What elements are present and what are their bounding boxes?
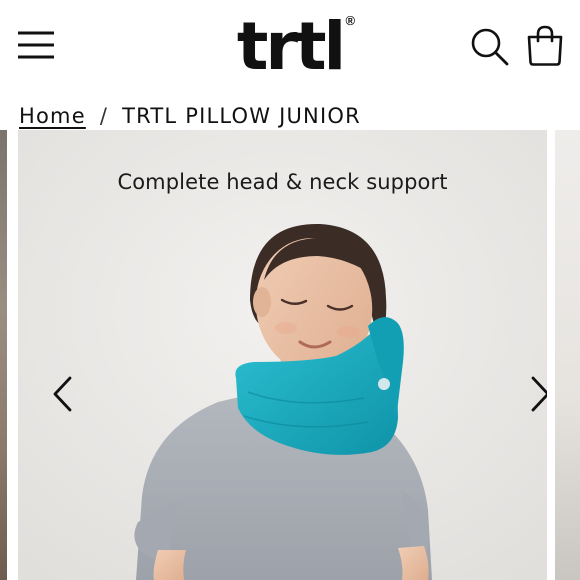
hamburger-menu-icon bbox=[18, 31, 54, 59]
breadcrumb-separator: / bbox=[99, 104, 109, 128]
site-logo[interactable]: trtl ® bbox=[236, 8, 355, 85]
breadcrumb-home-link[interactable]: Home bbox=[19, 104, 86, 128]
next-slide-button[interactable] bbox=[523, 372, 547, 416]
product-slide[interactable]: Complete head & neck support bbox=[18, 130, 547, 580]
search-button[interactable] bbox=[469, 26, 511, 68]
previous-slide-peek[interactable] bbox=[0, 130, 7, 580]
registered-mark: ® bbox=[345, 13, 356, 28]
chevron-right-icon bbox=[531, 376, 547, 412]
breadcrumb-current-page: TRTL PILLOW JUNIOR bbox=[122, 104, 361, 128]
product-image-gallery: Complete head & neck support bbox=[0, 130, 580, 580]
menu-button[interactable] bbox=[14, 24, 58, 68]
cart-button[interactable] bbox=[524, 24, 566, 68]
next-slide-peek[interactable] bbox=[555, 130, 580, 580]
slide-caption: Complete head & neck support bbox=[117, 170, 448, 194]
previous-slide-button[interactable] bbox=[46, 372, 80, 416]
chevron-left-icon bbox=[53, 376, 72, 412]
logo-text: trtl bbox=[236, 8, 346, 85]
search-icon bbox=[471, 28, 509, 66]
breadcrumb: Home / TRTL PILLOW JUNIOR bbox=[19, 102, 361, 130]
shopping-bag-icon bbox=[527, 25, 563, 66]
site-header: trtl ® bbox=[0, 0, 580, 92]
product-photo bbox=[18, 130, 547, 580]
